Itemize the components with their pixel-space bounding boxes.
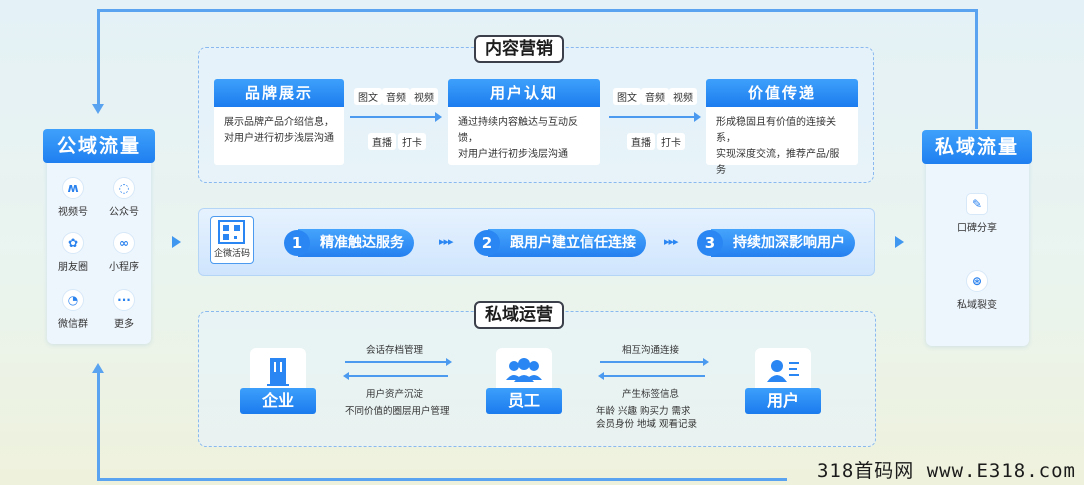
tag-video-2: 视频 xyxy=(669,88,697,105)
card-brand-display: 品牌展示 展示品牌产品介绍信息， 对用户进行初步浅层沟通 xyxy=(214,79,344,165)
arrow-right-right-flow xyxy=(600,358,709,365)
watermark-text: 318首码网 www.E318.com xyxy=(816,460,1076,482)
tags-arrow-2 xyxy=(609,112,701,122)
card-brand-display-title: 品牌展示 xyxy=(214,79,344,107)
loop-line-bottom xyxy=(97,478,787,481)
entity-enterprise-label: 企业 xyxy=(240,388,316,414)
entity-staff-label: 员工 xyxy=(486,388,562,414)
flow-mutual-connect: 相互沟通连接 xyxy=(622,345,680,356)
flow-tag-row-2: 会员身份 地域 观看记录 xyxy=(596,419,698,430)
private-domain-title: 私域流量 xyxy=(922,130,1032,164)
flow-tag-row-1: 年龄 兴趣 购买力 需求 xyxy=(596,406,691,417)
arrow-up-icon xyxy=(92,363,104,373)
official-account-icon: ◌ xyxy=(113,177,135,199)
public-item-wechat-group[interactable]: ◔ 微信群 xyxy=(48,289,98,330)
band-to-private-arrow xyxy=(895,236,904,248)
tag-checkin-2: 打卡 xyxy=(657,133,685,150)
entity-user: 用户 xyxy=(745,348,821,414)
card-value-delivery-desc: 形成稳固且有价值的连接关系， 实现深度交流，推荐产品/服务 xyxy=(706,107,858,176)
tag-live: 直播 xyxy=(368,133,396,150)
flow-asset-deposit: 用户资产沉淀 xyxy=(366,389,424,400)
flow-tiered-management: 不同价值的圈层用户管理 xyxy=(345,406,450,417)
tag-checkin: 打卡 xyxy=(398,133,426,150)
card-brand-display-desc: 展示品牌产品介绍信息， 对用户进行初步浅层沟通 xyxy=(214,107,344,165)
band-chevrons-2: ▸▸▸ xyxy=(664,235,679,248)
staff-group-icon xyxy=(496,348,552,388)
card-user-cognition: 用户认知 通过持续内容触达与互动反馈， 对用户进行初步浅层沟通 xyxy=(448,79,600,165)
band-step-3-label: 持续加深影响用户 xyxy=(711,229,855,257)
card-user-cognition-desc: 通过持续内容触达与互动反馈， 对用户进行初步浅层沟通 xyxy=(448,107,600,165)
band-step-2-label: 跟用户建立信任连接 xyxy=(488,229,646,257)
public-item-channels[interactable]: ʍ 视频号 xyxy=(48,177,98,218)
tag-audio-2: 音频 xyxy=(641,88,669,105)
band-step-1-label: 精准触达服务 xyxy=(298,229,414,257)
content-marketing-title: 内容营销 xyxy=(474,35,564,63)
flow-session-archive: 会话存档管理 xyxy=(366,345,424,356)
private-domain-panel xyxy=(926,148,1029,346)
public-item-moments[interactable]: ✿ 朋友圈 xyxy=(48,232,98,273)
building-icon xyxy=(250,348,306,388)
band-step-3-number: 3 xyxy=(697,230,723,256)
qr-code-icon xyxy=(218,220,245,244)
private-ops-title: 私域运营 xyxy=(474,301,564,329)
tag-image-text: 图文 xyxy=(354,88,382,105)
loop-line-top xyxy=(97,9,977,12)
mini-program-icon: ∞ xyxy=(113,232,135,254)
loop-line-left-top xyxy=(97,9,100,105)
tags-area-2: 图文 音频 视频 直播 打卡 xyxy=(609,88,703,152)
public-domain-title: 公域流量 xyxy=(43,129,155,163)
loop-line-right xyxy=(975,9,978,129)
band-chevrons-1: ▸▸▸ xyxy=(439,235,454,248)
entity-enterprise: 企业 xyxy=(240,348,316,414)
card-user-cognition-title: 用户认知 xyxy=(448,79,600,107)
qr-label: 企微活码 xyxy=(213,249,250,259)
channels-icon: ʍ xyxy=(62,177,84,199)
arrow-right-left-flow xyxy=(345,358,452,365)
public-item-more[interactable]: ··· 更多 xyxy=(99,289,149,330)
flow-tag-info: 产生标签信息 xyxy=(622,389,680,400)
arrow-left-left-flow xyxy=(343,372,448,379)
band-step-1-number: 1 xyxy=(284,230,310,256)
arrow-down-icon xyxy=(92,104,104,114)
public-item-official-account[interactable]: ◌ 公众号 xyxy=(99,177,149,218)
band-step-2-number: 2 xyxy=(474,230,500,256)
loop-line-left-bottom xyxy=(97,372,100,480)
tag-video: 视频 xyxy=(410,88,438,105)
moments-icon: ✿ xyxy=(62,232,84,254)
wechat-group-icon: ◔ xyxy=(62,289,84,311)
card-value-delivery-title: 价值传递 xyxy=(706,79,858,107)
entity-user-label: 用户 xyxy=(745,388,821,414)
qr-code-box[interactable]: 企微活码 xyxy=(210,216,254,264)
more-icon: ··· xyxy=(113,289,135,311)
tags-arrow-1 xyxy=(350,112,442,122)
user-card-icon xyxy=(755,348,811,388)
tag-audio: 音频 xyxy=(382,88,410,105)
private-item-fission[interactable]: ⊛ 私域裂变 xyxy=(944,270,1010,311)
public-to-band-arrow xyxy=(172,236,181,248)
entity-staff: 员工 xyxy=(486,348,562,414)
private-item-share[interactable]: ✎ 口碑分享 xyxy=(944,193,1010,234)
tags-area-1: 图文 音频 视频 直播 打卡 xyxy=(350,88,444,152)
tag-live-2: 直播 xyxy=(627,133,655,150)
public-item-mini-program[interactable]: ∞ 小程序 xyxy=(99,232,149,273)
fission-icon: ⊛ xyxy=(966,270,988,292)
share-icon: ✎ xyxy=(966,193,988,215)
card-value-delivery: 价值传递 形成稳固且有价值的连接关系， 实现深度交流，推荐产品/服务 xyxy=(706,79,858,176)
tag-image-text-2: 图文 xyxy=(613,88,641,105)
arrow-left-right-flow xyxy=(598,372,705,379)
